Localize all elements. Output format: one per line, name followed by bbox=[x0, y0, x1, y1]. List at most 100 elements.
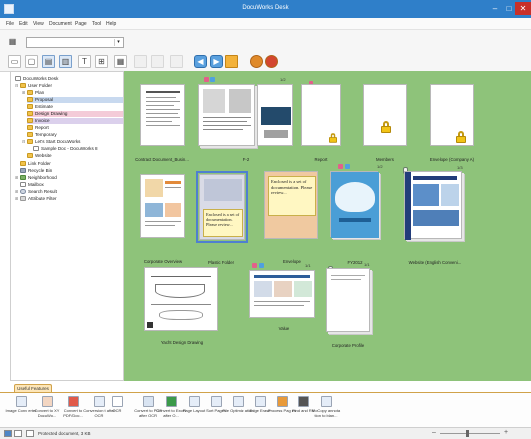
menu-bar: File Edit View Document Page Tool Help bbox=[0, 18, 531, 30]
print-pdf-icon[interactable] bbox=[265, 55, 278, 68]
tree-item-mailbox[interactable]: Mailbox bbox=[15, 182, 44, 188]
lock-icon bbox=[381, 121, 391, 133]
menu-edit[interactable]: Edit bbox=[19, 21, 28, 27]
tree-item-search-result[interactable]: ⊞ Search Result bbox=[15, 189, 57, 195]
lock-icon bbox=[329, 133, 337, 143]
tree-item-report[interactable]: Report bbox=[27, 125, 49, 131]
document-value[interactable] bbox=[249, 270, 315, 318]
tree-item-user-folder[interactable]: ⊟ User Folder bbox=[15, 83, 52, 89]
pdf-ocr-icon bbox=[143, 396, 154, 407]
document-corporate-profile[interactable] bbox=[326, 268, 370, 332]
tree-item-proposal[interactable]: Proposal bbox=[27, 97, 123, 103]
document-corporate-overview[interactable] bbox=[140, 174, 185, 238]
tree-item-neighborhood[interactable]: ⊞ Neighborhood bbox=[15, 175, 57, 181]
layout-icon bbox=[189, 396, 200, 407]
menu-tool[interactable]: Tool bbox=[92, 21, 101, 27]
folder-icon bbox=[27, 118, 33, 123]
minimize-button[interactable]: – bbox=[488, 2, 502, 15]
document-envelope-company-a[interactable] bbox=[430, 84, 474, 146]
tree-item-plan[interactable]: ⊞ Plan bbox=[22, 90, 44, 96]
sort-pages-icon bbox=[211, 396, 222, 407]
split-icon[interactable]: ▥ bbox=[59, 55, 72, 68]
tree-item-recycle-bin[interactable]: Recycle Bin bbox=[15, 168, 52, 174]
document-members[interactable] bbox=[363, 84, 407, 146]
copy-annotation-icon bbox=[321, 396, 332, 407]
tag-blue-icon bbox=[210, 77, 215, 82]
mailbox-icon bbox=[20, 182, 26, 187]
menu-file[interactable]: File bbox=[6, 21, 14, 27]
zoom-in-button[interactable]: + bbox=[504, 429, 508, 436]
grid-icon[interactable]: ▦ bbox=[114, 55, 127, 68]
document-yacht-design[interactable] bbox=[144, 267, 218, 331]
menu-help[interactable]: Help bbox=[106, 21, 116, 27]
nav-left-icon[interactable]: ◀ bbox=[194, 55, 207, 68]
tree-item-invoice[interactable]: Invoice bbox=[27, 118, 123, 124]
duplicate-icon[interactable] bbox=[170, 55, 183, 68]
folder-icon bbox=[27, 111, 33, 116]
tree-item-attribute-filter[interactable]: ⊞ Attribute Filter bbox=[15, 196, 57, 202]
thumbnail-view-icon[interactable] bbox=[14, 430, 22, 437]
close-button[interactable]: ✕ bbox=[515, 2, 531, 15]
document-label: Contract Document_Busin... bbox=[135, 157, 189, 162]
menu-document[interactable]: Document bbox=[49, 21, 72, 27]
feature-copy-annotation[interactable]: MoCopy annota tion to blan... bbox=[312, 396, 340, 426]
page-prev-icon[interactable] bbox=[134, 55, 147, 68]
maximize-button[interactable]: □ bbox=[502, 2, 516, 15]
filter-icon bbox=[20, 196, 26, 201]
sticky-note: Enclosed is a set of documentation. Plea… bbox=[268, 176, 316, 216]
nav-right-icon[interactable]: ▶ bbox=[210, 55, 223, 68]
tag-icon bbox=[259, 263, 264, 268]
menu-view[interactable]: View bbox=[33, 21, 44, 27]
convert-pdf-icon bbox=[68, 396, 79, 407]
document-icon bbox=[26, 430, 34, 437]
menu-page[interactable]: Page bbox=[75, 21, 87, 27]
page-count: 1/2 bbox=[280, 77, 286, 82]
document-f2[interactable] bbox=[198, 84, 255, 146]
send-icon[interactable] bbox=[225, 55, 238, 68]
tag-pink-icon bbox=[204, 77, 209, 82]
merge-icon[interactable]: ▤ bbox=[42, 55, 55, 68]
zoom-slider[interactable] bbox=[440, 433, 500, 434]
binoculars-icon[interactable]: ⊞ bbox=[95, 55, 108, 68]
document-report[interactable] bbox=[301, 84, 341, 146]
page-next-icon[interactable] bbox=[151, 55, 164, 68]
paste-icon[interactable]: ▢ bbox=[25, 55, 38, 68]
document-contract[interactable] bbox=[140, 84, 185, 146]
scanner-icon[interactable]: ▦ bbox=[6, 36, 19, 49]
tree-item-design-drawing[interactable]: Design Drawing bbox=[27, 111, 123, 117]
scanner-select[interactable]: ▾ bbox=[26, 37, 124, 48]
tree-item-docuworks-desk[interactable]: DocuWorks Desk bbox=[15, 76, 58, 82]
status-bar: Protected document, 3 KB – + bbox=[0, 427, 531, 439]
document-website-english[interactable] bbox=[404, 171, 462, 240]
page-count: 1/3 bbox=[457, 165, 463, 170]
document-label: Corporate Overview bbox=[143, 259, 183, 264]
document-label: F-2 bbox=[242, 157, 250, 162]
document-fy2012[interactable] bbox=[330, 171, 379, 238]
tree-item-temporary[interactable]: Temporary bbox=[27, 132, 57, 138]
tag-icon bbox=[345, 164, 350, 169]
edge-erase-icon bbox=[255, 396, 266, 407]
zoom-slider-thumb[interactable] bbox=[466, 430, 469, 437]
text-icon[interactable]: T bbox=[78, 55, 91, 68]
document-plastic-folder[interactable]: Enclosed is a set of documentation. Plea… bbox=[196, 171, 248, 243]
document-envelope[interactable]: Enclosed is a set of documentation. Plea… bbox=[264, 171, 318, 239]
tree-item-sample-doc[interactable]: Sample Doc - DocuWorks 8 bbox=[33, 146, 98, 152]
bin-icon bbox=[20, 168, 26, 173]
tree-item-link-folder[interactable]: Link Folder bbox=[15, 161, 51, 167]
document-label: Corporate Profile bbox=[331, 343, 365, 348]
zoom-out-button[interactable]: – bbox=[432, 429, 436, 436]
tree-item-lets-start[interactable]: ⊟ Let's Start DocuWorks bbox=[22, 139, 80, 145]
feature-ocr[interactable]: OCR bbox=[104, 396, 130, 426]
copy-icon[interactable]: ▭ bbox=[8, 55, 21, 68]
attach-icon[interactable] bbox=[250, 55, 263, 68]
chevron-down-icon[interactable]: ▾ bbox=[114, 39, 122, 46]
find-icon bbox=[298, 396, 309, 407]
tree-item-estimate[interactable]: Estimate bbox=[27, 104, 53, 110]
status-text: Protected document, 3 KB bbox=[38, 431, 91, 436]
folder-icon bbox=[27, 104, 33, 109]
list-view-icon[interactable] bbox=[4, 430, 12, 437]
desk-workspace: Contract Document_Busin... 1/2 F-2 Repor… bbox=[124, 71, 531, 381]
page-count: 1/1 bbox=[305, 263, 311, 268]
document-f2-page2[interactable] bbox=[257, 84, 293, 146]
tree-item-website[interactable]: Website bbox=[27, 153, 52, 159]
